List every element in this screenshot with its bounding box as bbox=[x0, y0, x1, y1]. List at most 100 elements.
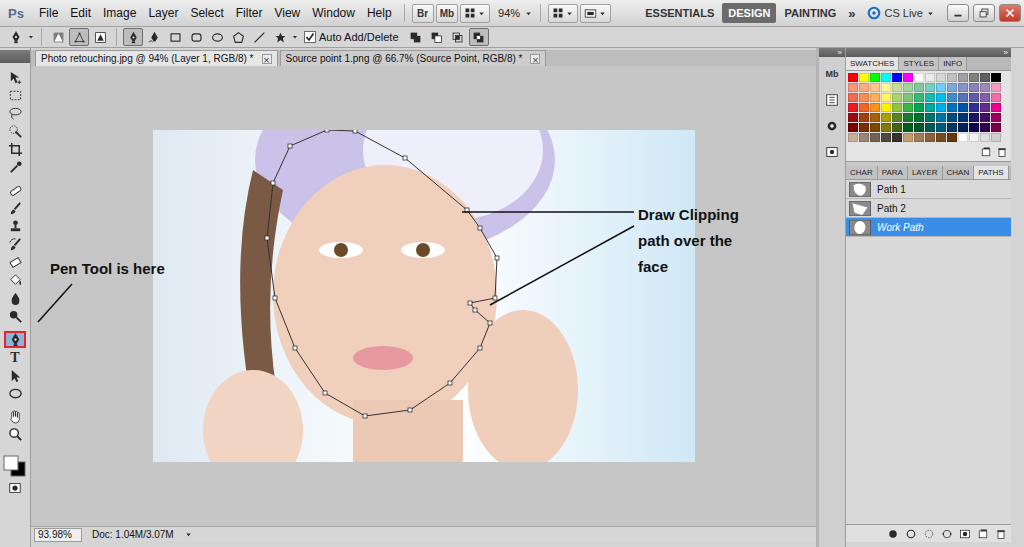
swatch[interactable] bbox=[870, 113, 880, 122]
dodge-tool[interactable] bbox=[4, 308, 26, 325]
swatch[interactable] bbox=[903, 73, 913, 82]
hand-tool[interactable] bbox=[4, 408, 26, 425]
path-mode-button[interactable] bbox=[48, 28, 68, 46]
type-tool[interactable]: T bbox=[4, 349, 26, 366]
swatch[interactable] bbox=[991, 73, 1001, 82]
menu-item[interactable]: Window bbox=[307, 4, 360, 22]
document-tab[interactable]: Source point 1.png @ 66.7% (Source Point… bbox=[280, 50, 547, 66]
swatch[interactable] bbox=[848, 123, 858, 132]
swatch[interactable] bbox=[914, 83, 924, 92]
swatch[interactable] bbox=[958, 73, 968, 82]
swatch[interactable] bbox=[848, 113, 858, 122]
path-row[interactable]: Work Path bbox=[846, 218, 1011, 237]
marquee-tool[interactable] bbox=[4, 87, 26, 104]
swatch[interactable] bbox=[947, 123, 957, 132]
zoom-field[interactable]: 93.98% bbox=[34, 528, 82, 542]
panel-tab[interactable]: STYLES bbox=[899, 57, 939, 70]
swatch[interactable] bbox=[925, 133, 935, 142]
tools-panel-header[interactable] bbox=[0, 50, 30, 63]
screen-mode-button[interactable] bbox=[580, 4, 611, 23]
path-mode-button[interactable] bbox=[69, 28, 89, 46]
swatch[interactable] bbox=[881, 73, 891, 82]
color-picker[interactable] bbox=[2, 453, 28, 479]
menu-item[interactable]: View bbox=[269, 4, 305, 22]
extras-button[interactable] bbox=[460, 4, 490, 23]
workspace-button[interactable]: PAINTING bbox=[778, 3, 842, 23]
swatch[interactable] bbox=[848, 103, 858, 112]
swatch[interactable] bbox=[903, 103, 913, 112]
swatch[interactable] bbox=[991, 123, 1001, 132]
swatch[interactable] bbox=[870, 83, 880, 92]
shape-tool-button[interactable] bbox=[144, 28, 164, 46]
swatch[interactable] bbox=[892, 93, 902, 102]
swatch[interactable] bbox=[892, 73, 902, 82]
swatch[interactable] bbox=[936, 73, 946, 82]
menu-item[interactable]: Layer bbox=[143, 4, 183, 22]
restore-button[interactable] bbox=[973, 4, 995, 22]
mini-bridge-panel-button[interactable]: Mb bbox=[822, 65, 842, 83]
shape-tool-button[interactable] bbox=[270, 28, 290, 46]
workspace-button[interactable]: ESSENTIALS bbox=[639, 3, 720, 23]
swatch[interactable] bbox=[859, 73, 869, 82]
move-tool[interactable] bbox=[4, 69, 26, 86]
swatch[interactable] bbox=[980, 113, 990, 122]
swatch[interactable] bbox=[947, 103, 957, 112]
clone-source-panel-button[interactable] bbox=[822, 143, 842, 161]
photo[interactable] bbox=[153, 130, 695, 462]
stamp-tool[interactable] bbox=[4, 218, 26, 235]
swatch[interactable] bbox=[958, 83, 968, 92]
swatch[interactable] bbox=[848, 93, 858, 102]
tab-close-button[interactable]: × bbox=[530, 54, 540, 64]
shape-tool-button[interactable] bbox=[165, 28, 185, 46]
swatch[interactable] bbox=[859, 83, 869, 92]
swatch[interactable] bbox=[969, 73, 979, 82]
swatch[interactable] bbox=[958, 93, 968, 102]
swatch[interactable] bbox=[925, 113, 935, 122]
tab-close-button[interactable]: × bbox=[262, 54, 272, 64]
path-select-tool[interactable] bbox=[4, 367, 26, 384]
swatch[interactable] bbox=[903, 83, 913, 92]
swatch[interactable] bbox=[903, 123, 913, 132]
swatch[interactable] bbox=[969, 133, 979, 142]
tool-preset-button[interactable] bbox=[6, 28, 26, 46]
swatch[interactable] bbox=[892, 83, 902, 92]
panel-tab[interactable]: INFO bbox=[939, 57, 967, 70]
path-row[interactable]: Path 1 bbox=[846, 180, 1011, 199]
swatch[interactable] bbox=[925, 123, 935, 132]
path-operation-button[interactable] bbox=[427, 28, 447, 46]
path-operation-button[interactable] bbox=[469, 28, 489, 46]
checkbox[interactable] bbox=[304, 31, 316, 43]
panel-tab[interactable]: LAYER bbox=[908, 166, 943, 179]
swatch[interactable] bbox=[980, 123, 990, 132]
swatch[interactable] bbox=[848, 133, 858, 142]
panel-tab[interactable]: PATHS bbox=[974, 166, 1008, 179]
swatch[interactable] bbox=[859, 103, 869, 112]
swatch[interactable] bbox=[958, 123, 968, 132]
swatch[interactable] bbox=[859, 113, 869, 122]
swatch[interactable] bbox=[859, 133, 869, 142]
swatch[interactable] bbox=[980, 83, 990, 92]
crop-tool[interactable] bbox=[4, 141, 26, 158]
minimize-button[interactable] bbox=[947, 4, 969, 22]
menu-item[interactable]: Help bbox=[362, 4, 397, 22]
swatch[interactable] bbox=[903, 93, 913, 102]
swatch[interactable] bbox=[969, 93, 979, 102]
menu-item[interactable]: File bbox=[34, 4, 63, 22]
swatch[interactable] bbox=[991, 103, 1001, 112]
brush-tool[interactable] bbox=[4, 200, 26, 217]
swatch[interactable] bbox=[936, 83, 946, 92]
swatch[interactable] bbox=[936, 123, 946, 132]
swatch[interactable] bbox=[914, 93, 924, 102]
swatch[interactable] bbox=[947, 83, 957, 92]
swatch[interactable] bbox=[859, 123, 869, 132]
path-operation-button[interactable] bbox=[406, 28, 426, 46]
more-workspaces-button[interactable]: » bbox=[844, 6, 863, 21]
swatch[interactable] bbox=[881, 113, 891, 122]
swatch[interactable] bbox=[980, 73, 990, 82]
panel-tab[interactable]: PARA bbox=[878, 166, 908, 179]
swatch[interactable] bbox=[892, 123, 902, 132]
healing-tool[interactable] bbox=[4, 182, 26, 199]
swatch[interactable] bbox=[969, 103, 979, 112]
swatch[interactable] bbox=[914, 73, 924, 82]
swatch[interactable] bbox=[936, 133, 946, 142]
